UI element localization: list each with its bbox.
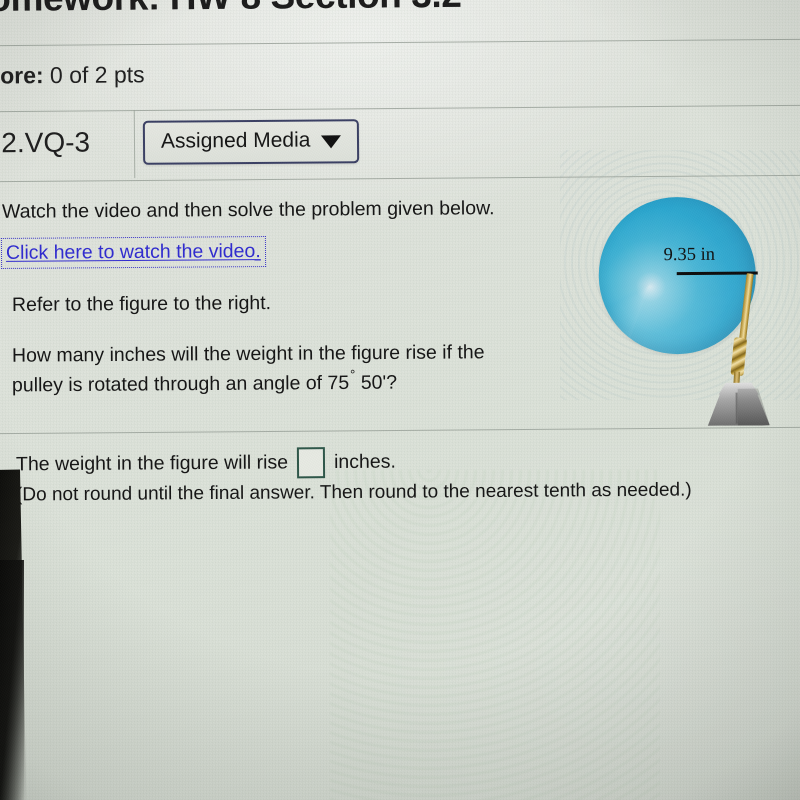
radius-label: 9.35 in: [663, 244, 716, 266]
answer-rounding-note: (Do not round until the final answer. Th…: [15, 479, 692, 506]
question-text-line-2-post: 50'?: [355, 371, 398, 394]
divider-between-id-and-media: [133, 109, 136, 179]
answer-prompt-row: The weight in the figure will rise inche…: [16, 447, 396, 481]
question-text-line-2: pulley is rotated through an angle of 75…: [12, 366, 397, 400]
divider-under-title: [0, 38, 800, 47]
answer-input[interactable]: [296, 447, 326, 479]
pulley-wheel-sheen: [598, 196, 757, 355]
page-title: Homework: HW 8 Section 3.2: [0, 0, 462, 20]
cord-coiled-segment: [730, 337, 748, 377]
instruction-text: Watch the video and then solve the probl…: [1, 197, 495, 223]
question-id: 3.2.VQ-3: [0, 126, 91, 159]
weight-shadow-face: [738, 388, 770, 425]
score-label: Score:: [0, 62, 44, 89]
question-text-line-1: How many inches will the weight in the f…: [11, 341, 485, 367]
screenshot-root: Homework: HW 8 Section 3.2 Score: 0 of 2…: [0, 0, 800, 800]
divider-under-score: [0, 104, 800, 113]
photo-bezel-shadow-left-lower: [0, 560, 24, 800]
score-row: Score: 0 of 2 pts: [0, 61, 145, 89]
caret-down-icon: [321, 135, 342, 149]
pulley-figure: 9.35 in: [587, 187, 789, 433]
page-content: Homework: HW 8 Section 3.2 Score: 0 of 2…: [0, 0, 800, 800]
score-value: 0 of 2 pts: [49, 61, 145, 89]
answer-prompt-pre: The weight in the figure will rise: [15, 451, 289, 476]
watch-video-link[interactable]: Click here to watch the video.: [0, 235, 266, 270]
answer-prompt-post: inches.: [333, 450, 396, 474]
assigned-media-label: Assigned Media: [160, 128, 311, 153]
refer-to-figure-text: Refer to the figure to the right.: [11, 292, 272, 316]
weight-front-edge: [735, 392, 738, 424]
assigned-media-button[interactable]: Assigned Media: [142, 119, 360, 165]
question-text-line-2-pre: pulley is rotated through an angle of 75: [11, 371, 350, 397]
divider-under-question-id: [0, 174, 800, 183]
